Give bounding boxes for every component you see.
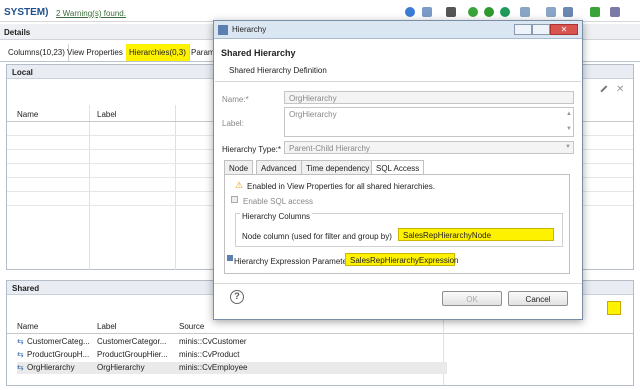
ok-button[interactable]: OK <box>442 291 502 306</box>
tab-hierarchies[interactable]: Hierarchies(0,3) <box>126 44 190 61</box>
export-icon[interactable] <box>590 7 600 17</box>
tab-sql-access[interactable]: SQL Access <box>371 160 425 175</box>
shared-header-name: Name <box>17 322 39 331</box>
expression-field[interactable]: SalesRepHierarchyExpression <box>345 253 459 266</box>
tab-view-properties[interactable]: View Properties <box>64 44 127 61</box>
hierarchy-icon: ⇆ <box>17 350 24 359</box>
type-label: Hierarchy Type:* <box>222 145 281 154</box>
chevron-down-icon[interactable]: ▼ <box>565 144 571 150</box>
scroll-down-icon[interactable]: ▼ <box>566 126 572 132</box>
dialog-subheading: Shared Hierarchy Definition <box>229 66 327 75</box>
local-header-name: Name <box>17 110 39 119</box>
tab-advanced[interactable]: Advanced <box>256 160 302 174</box>
col-divider <box>175 105 176 270</box>
row-label: ProductGroupHier... <box>97 350 168 359</box>
list-icon[interactable] <box>607 301 621 315</box>
node-column-label: Node column (used for filter and group b… <box>242 232 392 241</box>
hierarchy-app-icon <box>218 25 228 35</box>
row-source: minis::CvProduct <box>179 350 240 359</box>
hierarchy-columns-group: Hierarchy Columns Node column (used for … <box>235 212 563 247</box>
top-toolbar: SYSTEM) 2 Warning(s) found. <box>0 0 640 22</box>
validate-icon[interactable] <box>468 7 478 17</box>
shared-header-source: Source <box>179 322 205 331</box>
warning-icon: ⚠ <box>235 180 244 190</box>
label-label: Label: <box>222 119 244 128</box>
layout-icon[interactable] <box>520 7 530 17</box>
binoculars-icon[interactable] <box>446 7 456 17</box>
label-field[interactable]: OrgHierarchy <box>284 107 574 137</box>
system-label: SYSTEM) <box>4 7 49 18</box>
delete-icon[interactable]: ✕ <box>616 84 624 95</box>
tab-node[interactable]: Node <box>224 160 254 174</box>
hierarchy-icon: ⇆ <box>17 337 24 346</box>
warning-link[interactable]: 2 Warning(s) found. <box>56 9 126 18</box>
row-source: minis::CvCustomer <box>179 337 247 346</box>
table-icon[interactable] <box>546 7 556 17</box>
row-source: minis::CvEmployee <box>179 363 248 372</box>
expression-label: Hierarchy Expression Parameter <box>234 257 350 266</box>
minimize-button[interactable] <box>514 24 532 35</box>
help-icon[interactable]: ? <box>230 290 244 304</box>
type-select[interactable]: Parent-Child Hierarchy <box>284 141 574 154</box>
hierarchy-dialog: Hierarchy ✕ Shared Hierarchy Shared Hier… <box>213 20 583 320</box>
node-column-field[interactable]: SalesRepHierarchyNode <box>398 228 554 241</box>
table-row[interactable]: ⇆ CustomerCateg... CustomerCategor... mi… <box>17 336 447 348</box>
chart-icon[interactable] <box>422 7 432 17</box>
local-header-label: Label <box>97 110 117 119</box>
dialog-window-title: Hierarchy <box>232 25 267 34</box>
name-field[interactable]: OrgHierarchy <box>284 91 574 104</box>
info-text: Enabled in View Properties for all share… <box>247 182 435 191</box>
dialog-heading: Shared Hierarchy <box>221 48 296 58</box>
scroll-up-icon[interactable]: ▲ <box>566 111 572 117</box>
sql-access-panel: ⚠ Enabled in View Properties for all sha… <box>224 174 570 274</box>
hierarchy-icon: ⇆ <box>17 363 24 372</box>
table-row-selected[interactable]: ⇆ OrgHierarchy OrgHierarchy minis::CvEmp… <box>17 362 447 374</box>
parameter-icon <box>227 255 233 261</box>
header-divider <box>7 333 633 334</box>
enable-sql-label: Enable SQL access <box>243 197 313 206</box>
close-button[interactable]: ✕ <box>550 24 578 35</box>
settings-icon[interactable] <box>610 7 620 17</box>
name-label: Name:* <box>222 95 249 104</box>
activate-icon[interactable] <box>484 7 494 17</box>
hierarchy-columns-title: Hierarchy Columns <box>240 212 313 221</box>
row-name: OrgHierarchy <box>27 363 75 372</box>
footer-divider <box>214 283 582 284</box>
row-name: CustomerCateg... <box>27 337 90 346</box>
columns-icon[interactable] <box>563 7 573 17</box>
enable-sql-checkbox[interactable] <box>231 196 238 203</box>
cancel-button[interactable]: Cancel <box>508 291 568 306</box>
row-label: CustomerCategor... <box>97 337 167 346</box>
maximize-button[interactable] <box>532 24 550 35</box>
row-name: ProductGroupH... <box>27 350 90 359</box>
col-divider <box>89 105 90 270</box>
shared-header-label: Label <box>97 322 117 331</box>
run-icon[interactable] <box>500 7 510 17</box>
tab-columns[interactable]: Columns(10,23) <box>5 44 69 61</box>
tab-time-dependency[interactable]: Time dependency <box>301 160 375 174</box>
dialog-titlebar[interactable]: Hierarchy ✕ <box>214 21 582 39</box>
dialog-header: Shared Hierarchy Shared Hierarchy Defini… <box>215 40 581 82</box>
table-row[interactable]: ⇆ ProductGroupH... ProductGroupHier... m… <box>17 349 447 361</box>
row-label: OrgHierarchy <box>97 363 145 372</box>
edit-icon[interactable] <box>600 85 612 97</box>
globe-icon[interactable] <box>405 7 415 17</box>
